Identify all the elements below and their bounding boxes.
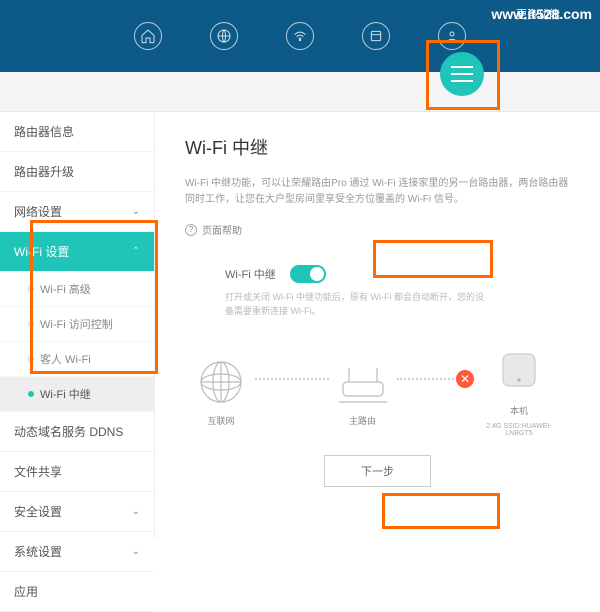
watermark: www.it528.com bbox=[491, 6, 592, 22]
chevron-down-icon: ⌄ bbox=[132, 506, 140, 517]
toggle-label: Wi-Fi 中继 bbox=[225, 266, 276, 282]
sidebar-item-system-settings[interactable]: 系统设置⌄ bbox=[0, 532, 154, 572]
chevron-down-icon: ⌄ bbox=[132, 546, 140, 557]
page-title: Wi-Fi 中继 bbox=[185, 134, 570, 160]
sidebar-subitem-wifi-advanced[interactable]: Wi-Fi 高级 bbox=[0, 272, 154, 307]
sidebar-item-apps[interactable]: 应用 bbox=[0, 572, 154, 612]
sidebar-item-wifi-settings[interactable]: Wi-Fi 设置⌃ bbox=[0, 232, 154, 272]
device-icon bbox=[489, 348, 549, 398]
sidebar: 路由器信息 路由器升级 网络设置⌄ Wi-Fi 设置⌃ Wi-Fi 高级 Wi-… bbox=[0, 112, 155, 539]
highlight-box bbox=[382, 493, 500, 529]
toggle-description: 打开或关闭 Wi-Fi 中继功能后，原有 Wi-Fi 都会自动断开，您的设备需要… bbox=[225, 291, 485, 318]
sidebar-subitem-wifi-access-control[interactable]: Wi-Fi 访问控制 bbox=[0, 307, 154, 342]
globe-icon[interactable] bbox=[210, 22, 238, 50]
sidebar-item-security[interactable]: 安全设置⌄ bbox=[0, 492, 154, 532]
sidebar-item-router-info[interactable]: 路由器信息 bbox=[0, 112, 154, 152]
router-icon bbox=[333, 358, 393, 408]
wifi-repeater-toggle-row: Wi-Fi 中继 bbox=[225, 265, 570, 283]
sidebar-subitem-guest-wifi[interactable]: 客人 Wi-Fi bbox=[0, 342, 154, 377]
top-navigation: 更多功能 www.it528.com bbox=[0, 0, 600, 72]
sidebar-item-file-share[interactable]: 文件共享 bbox=[0, 452, 154, 492]
hamburger-row bbox=[0, 72, 600, 112]
storage-icon[interactable] bbox=[362, 22, 390, 50]
page-help-link[interactable]: ? 页面帮助 bbox=[185, 222, 570, 237]
globe-wire-icon bbox=[191, 358, 251, 408]
connection-line-broken: ✕ bbox=[397, 378, 471, 380]
sidebar-item-ddns[interactable]: 动态域名服务 DDNS bbox=[0, 412, 154, 452]
sidebar-item-network-settings[interactable]: 网络设置⌄ bbox=[0, 192, 154, 232]
next-button[interactable]: 下一步 bbox=[324, 455, 431, 487]
page-description: Wi-Fi 中继功能，可以让荣耀路由Pro 通过 Wi-Fi 连接家里的另一台路… bbox=[185, 176, 570, 208]
connection-line bbox=[255, 378, 329, 380]
home-icon[interactable] bbox=[134, 22, 162, 50]
sidebar-item-router-upgrade[interactable]: 路由器升级 bbox=[0, 152, 154, 192]
main-content: Wi-Fi 中继 Wi-Fi 中继功能，可以让荣耀路由Pro 通过 Wi-Fi … bbox=[155, 112, 600, 539]
disconnect-icon: ✕ bbox=[456, 370, 474, 388]
sidebar-subitem-wifi-repeater[interactable]: Wi-Fi 中继 bbox=[0, 377, 154, 412]
diagram-main-router: 主路由 bbox=[333, 358, 393, 427]
wifi-repeater-switch[interactable] bbox=[290, 265, 326, 283]
more-menu-button[interactable] bbox=[440, 52, 484, 96]
chevron-up-icon: ⌃ bbox=[132, 246, 140, 257]
help-icon: ? bbox=[185, 224, 197, 236]
user-icon[interactable] bbox=[438, 22, 466, 50]
network-diagram: 互联网 主路由 ✕ 本机 2.4G SSID:HUAWEI-LNBGT5 bbox=[191, 348, 564, 437]
device-ssid: 2.4G SSID:HUAWEI-LNBGT5 bbox=[474, 423, 564, 437]
diagram-internet: 互联网 bbox=[191, 358, 251, 427]
chevron-down-icon: ⌄ bbox=[132, 206, 140, 217]
wifi-icon[interactable] bbox=[286, 22, 314, 50]
diagram-this-device: 本机 2.4G SSID:HUAWEI-LNBGT5 bbox=[474, 348, 564, 437]
